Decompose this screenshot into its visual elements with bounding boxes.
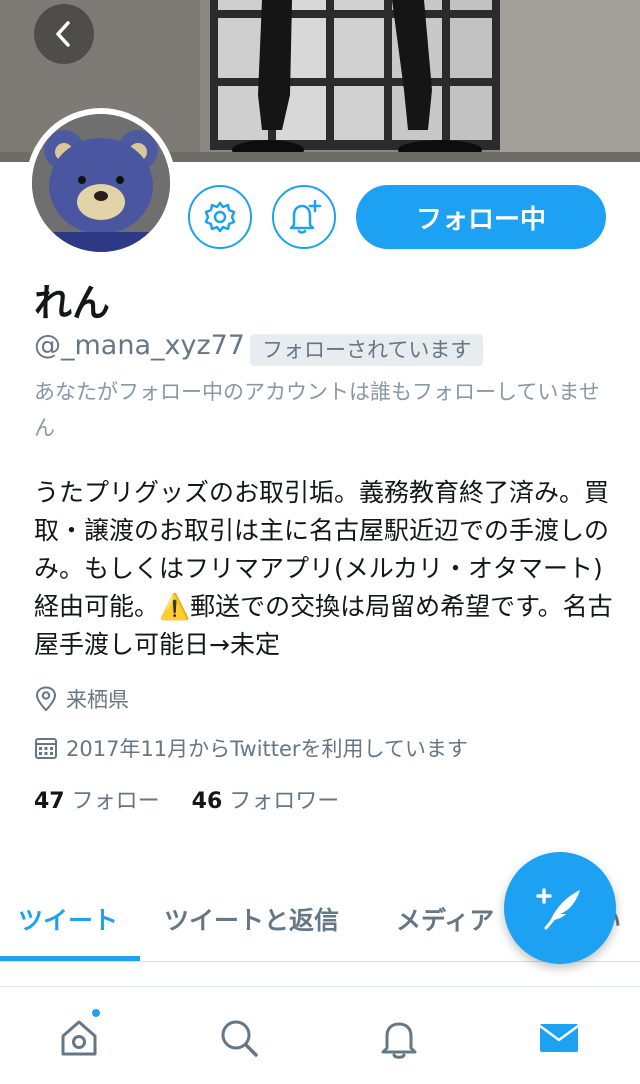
nav-messages[interactable] [534, 1013, 584, 1063]
back-button[interactable] [34, 4, 94, 64]
location-pin-icon [35, 686, 57, 712]
compose-tweet-icon [536, 888, 580, 930]
follow-counts: 47 フォロー 46 フォロワー [34, 783, 339, 815]
calendar-icon [35, 738, 57, 759]
active-tab-indicator [0, 956, 140, 961]
avatar[interactable] [26, 108, 176, 258]
profile-join-date: 2017年11月からTwitterを利用しています [34, 733, 468, 763]
mutual-followers-note: あなたがフォロー中のアカウントは誰もフォローしていません [34, 380, 600, 440]
following-count-link[interactable]: 47 フォロー [34, 789, 167, 814]
search-icon [221, 1020, 258, 1057]
followers-label: フォロワー [229, 789, 340, 814]
profile-handle: @_mana_xyz77 [34, 330, 245, 361]
nav-search[interactable] [214, 1013, 264, 1063]
mail-icon [539, 1024, 579, 1052]
profile-name: れん [34, 281, 111, 325]
bell-plus-icon [289, 199, 322, 234]
location-text: 来栖県 [66, 688, 129, 712]
home-icon [61, 1020, 97, 1056]
nav-notifications[interactable] [374, 1013, 424, 1063]
gear-icon [204, 201, 236, 233]
bottom-navigation [0, 986, 640, 1084]
follows-you-badge: フォローされています [250, 334, 484, 366]
compose-tweet-button[interactable] [504, 852, 616, 964]
tab-media[interactable]: メディア [396, 876, 494, 962]
tab-tweets-and-replies[interactable]: ツイートと返信 [164, 876, 339, 962]
profile-location: 来栖県 [34, 684, 129, 714]
avatar-image [32, 114, 170, 252]
settings-button[interactable] [188, 185, 252, 249]
chevron-left-icon [56, 21, 70, 47]
following-label: フォロー [71, 789, 160, 814]
home-unread-badge [90, 1007, 102, 1019]
following-count: 47 [34, 789, 65, 814]
followers-count-link[interactable]: 46 フォロワー [192, 789, 340, 814]
nav-home[interactable] [54, 1013, 104, 1063]
bell-icon [381, 1022, 417, 1059]
tab-tweets[interactable]: ツイート [18, 876, 118, 962]
notifications-toggle-button[interactable] [272, 185, 336, 249]
following-button[interactable]: フォロー中 [356, 185, 606, 249]
followers-count: 46 [191, 789, 223, 814]
join-date-text: 2017年11月からTwitterを利用しています [66, 737, 468, 761]
profile-bio: うたプリグッズのお取引垢。義務教育終了済み。買取・譲渡のお取引は主に名古屋駅近辺… [34, 478, 613, 659]
